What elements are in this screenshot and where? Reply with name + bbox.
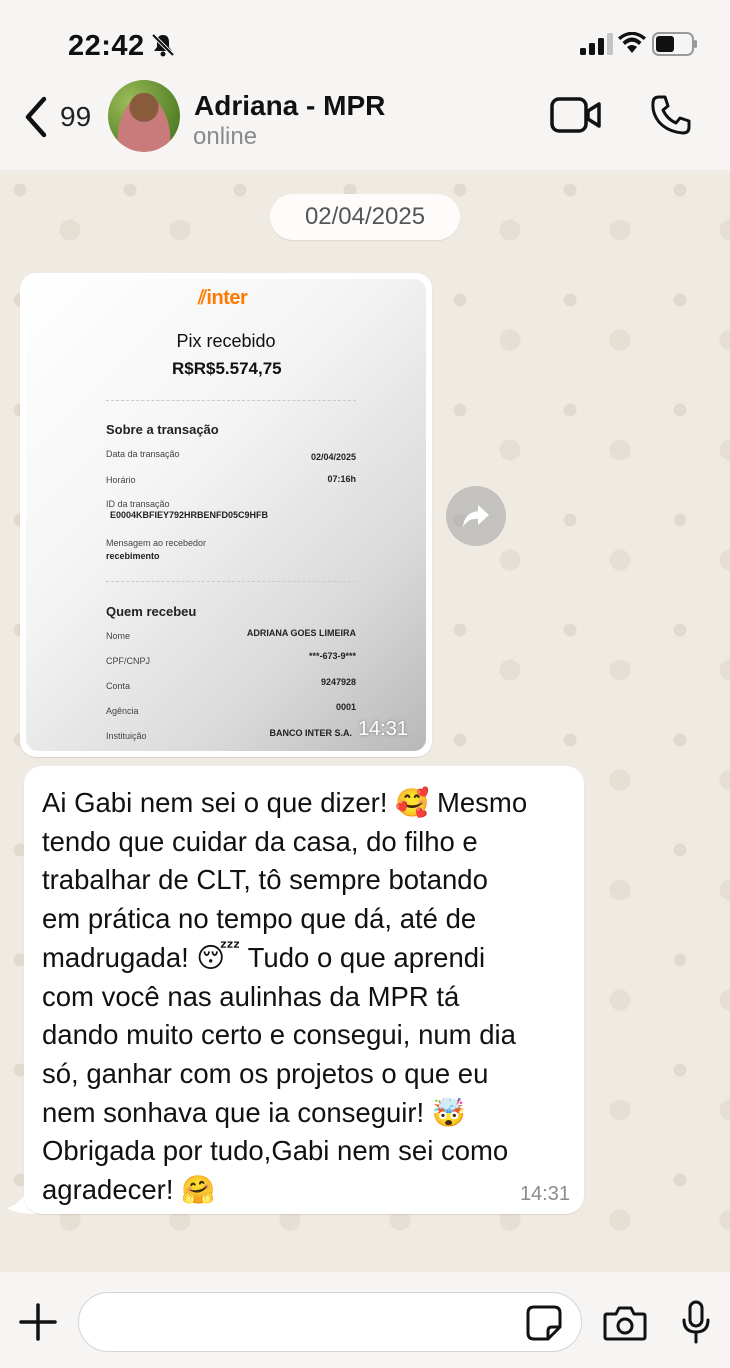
receipt-amount: R$R$5.574,75 [172, 359, 282, 378]
message-line: madrugada! 😴 Tudo o que aprendi [42, 941, 486, 973]
receipt-institution-label: Instituição [106, 731, 147, 741]
cellular-signal-icon [580, 33, 613, 55]
phone-call-button[interactable] [650, 94, 692, 136]
receipt-name-label: Nome [106, 631, 131, 641]
forward-icon [463, 505, 489, 527]
chevron-left-icon [25, 96, 47, 138]
wifi-icon [618, 32, 646, 53]
attach-plus-button[interactable] [18, 1302, 58, 1342]
receipt-id-value: E0004KBFIEY792HRBENFD05C9HFB [110, 510, 269, 520]
receipt-account-value: 9247928 [320, 677, 356, 687]
message-line: só, ganhar com os projetos o que eu [42, 1057, 489, 1089]
receipt-time-label: Horário [106, 475, 136, 485]
message-line: agradecer! 🤗 [42, 1174, 216, 1206]
receipt-time-value: 07:16h [327, 474, 356, 484]
date-separator: 02/04/2025 [270, 194, 460, 240]
message-timestamp: 14:31 [519, 1183, 570, 1205]
image-message[interactable]: ⫽inter Pix recebido R$R$5.574,75 Sobre a… [20, 273, 432, 757]
receipt-date-value: 02/04/2025 [310, 452, 356, 462]
receipt-agency-value: 0001 [335, 702, 356, 712]
unread-count: 99 [60, 101, 92, 132]
chat-area[interactable]: 02/04/2025 ⫽inter Pix recebido R$R$5.574… [0, 170, 730, 1272]
receipt-cpf-label: CPF/CNPJ [106, 656, 151, 666]
message-line: em prática no tempo que dá, até de [42, 903, 477, 935]
receipt-title: Pix recebido [176, 331, 276, 351]
message-line: tendo que cuidar da casa, do filho e [42, 825, 478, 857]
receipt-institution-value: BANCO INTER S.A. [269, 728, 352, 738]
receipt-message-value: recebimento [106, 551, 160, 561]
status-bar: 22:42 [0, 0, 730, 80]
receipt-message-label: Mensagem ao recebedor [106, 538, 207, 548]
message-input[interactable] [78, 1292, 582, 1352]
message-line: nem sonhava que ia conseguir! 🤯 [42, 1096, 467, 1128]
video-call-button[interactable] [550, 96, 602, 134]
forward-button[interactable] [446, 486, 506, 546]
message-line: Ai Gabi nem sei o que dizer! 🥰 Mesmo [42, 787, 528, 818]
chat-header: 99 Adriana - MPR online [0, 80, 730, 170]
text-message[interactable]: Ai Gabi nem sei o que dizer! 🥰 Mesmo ten… [24, 766, 584, 1214]
receipt-section-transaction: Sobre a transação [106, 422, 219, 437]
receipt-cpf-value: ***-673-9*** [308, 651, 356, 661]
message-line: trabalhar de CLT, tô sempre botando [42, 864, 488, 896]
input-bar [0, 1272, 730, 1368]
microphone-icon[interactable] [681, 1300, 711, 1344]
message-line: dando muito certo e consegui, num dia [42, 1019, 516, 1051]
inter-logo: ⫽inter [198, 287, 248, 309]
receipt-account-label: Conta [106, 681, 131, 691]
receipt-section-receiver: Quem recebeu [106, 604, 197, 619]
receipt-agency-label: Agência [106, 706, 139, 716]
receipt-divider [106, 400, 356, 401]
contact-name[interactable]: Adriana - MPR [194, 90, 385, 122]
receipt-divider [106, 581, 356, 582]
camera-icon[interactable] [603, 1305, 647, 1341]
battery-icon [652, 32, 697, 56]
receipt-id-label: ID da transação [106, 499, 170, 509]
message-timestamp: 14:31 [357, 718, 408, 740]
contact-avatar[interactable] [108, 80, 180, 152]
sticker-icon[interactable] [526, 1305, 562, 1341]
receipt-date-label: Data da transação [106, 449, 180, 459]
back-button[interactable]: 99 [22, 92, 102, 142]
message-line: Obrigada por tudo,Gabi nem sei como [42, 1135, 509, 1167]
receipt-name-value: ADRIANA GOES LIMEIRA [246, 628, 356, 638]
message-line: com você nas aulinhas da MPR tá [42, 980, 460, 1012]
pix-receipt-image[interactable]: ⫽inter Pix recebido R$R$5.574,75 Sobre a… [26, 279, 426, 751]
bell-off-icon [151, 33, 175, 57]
status-time: 22:42 [68, 30, 145, 62]
contact-status: online [193, 123, 258, 150]
message-text: Ai Gabi nem sei o que dizer! 🥰 Mesmo ten… [42, 784, 572, 1210]
